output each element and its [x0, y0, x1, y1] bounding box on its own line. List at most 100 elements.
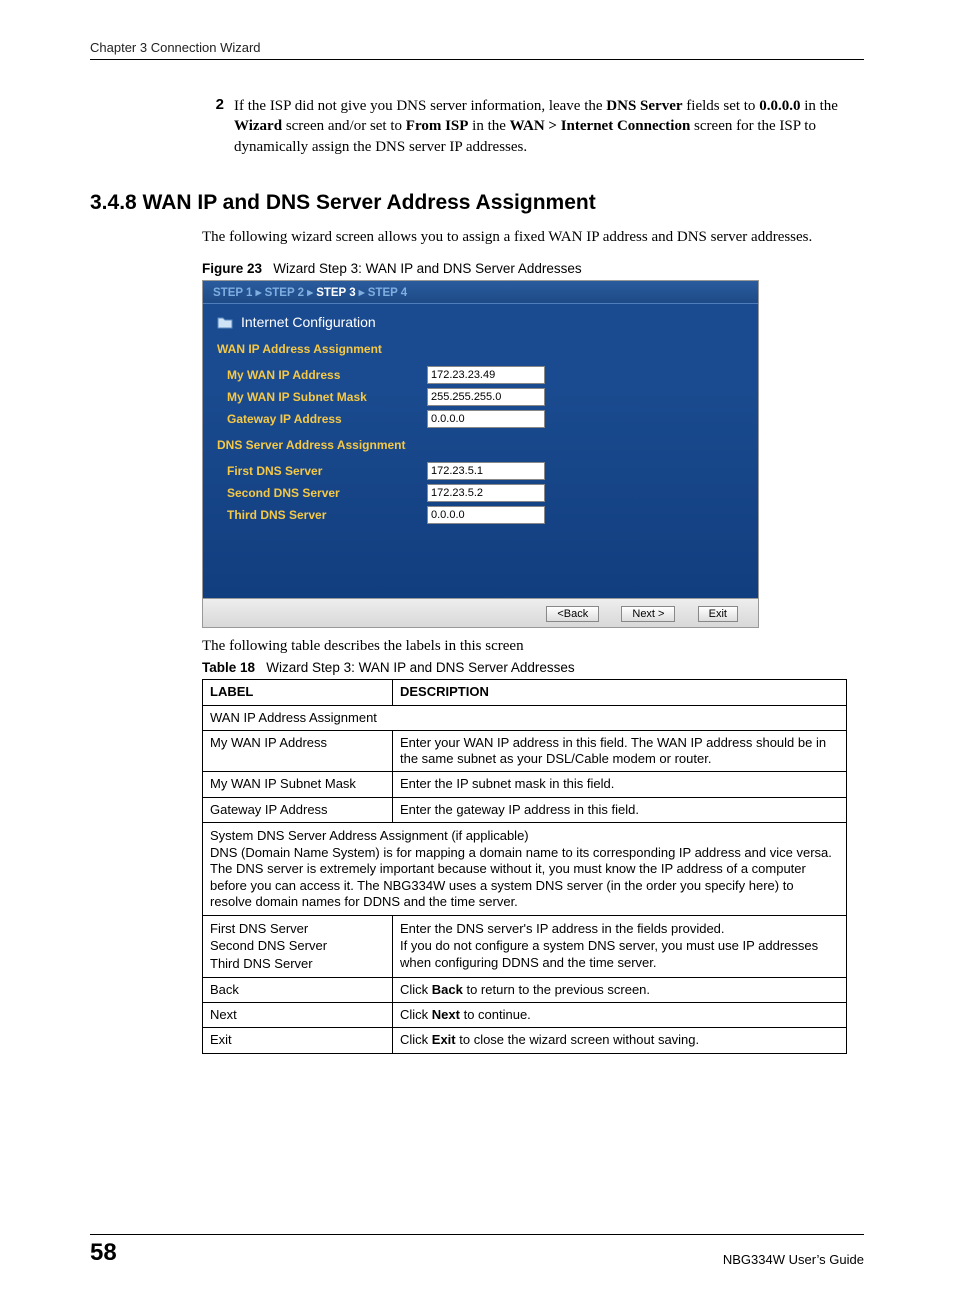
chapter-header: Chapter 3 Connection Wizard — [90, 40, 864, 60]
desc-cell: Enter the DNS server's IP address in the… — [393, 916, 847, 978]
table-caption: Table 18 Wizard Step 3: WAN IP and DNS S… — [202, 660, 864, 675]
wizard-row: First DNS Server — [227, 462, 744, 480]
table-row: First DNS Server Second DNS Server Third… — [203, 916, 847, 978]
next-button[interactable]: Next > — [621, 606, 675, 622]
table-caption-text: Wizard Step 3: WAN IP and DNS Server Add… — [266, 660, 574, 675]
bold: From ISP — [406, 118, 469, 134]
description-table: LABEL DESCRIPTION WAN IP Address Assignm… — [202, 679, 847, 1053]
desc-cell: Enter your WAN IP address in this field.… — [393, 730, 847, 772]
step-sep: ▸ — [304, 287, 316, 299]
step-3: STEP 3 — [316, 287, 355, 299]
page-number: 58 — [90, 1239, 117, 1267]
bold: DNS Server — [606, 98, 682, 114]
desc-cell: Enter the gateway IP address in this fie… — [393, 797, 847, 822]
table-row: My WAN IP Subnet MaskEnter the IP subnet… — [203, 772, 847, 797]
step-4: STEP 4 — [368, 287, 407, 299]
section-heading: 3.4.8 WAN IP and DNS Server Address Assi… — [90, 191, 864, 215]
wizard-buttons: <Back Next > Exit — [203, 598, 758, 627]
table-row: WAN IP Address Assignment — [203, 705, 847, 730]
section-cell: System DNS Server Address Assignment (if… — [203, 822, 847, 915]
bold: Exit — [432, 1032, 456, 1047]
text: in the — [468, 118, 509, 134]
label-cell: Gateway IP Address — [203, 797, 393, 822]
wizard-row: My WAN IP Subnet Mask — [227, 388, 744, 406]
wizard-steps: STEP 1 ▸ STEP 2 ▸ STEP 3 ▸ STEP 4 — [203, 281, 758, 304]
wizard-body: Internet Configuration WAN IP Address As… — [203, 304, 758, 598]
dns2-label: Second DNS Server — [227, 486, 427, 500]
gateway-input[interactable] — [427, 410, 545, 428]
section-body: DNS (Domain Name System) is for mapping … — [210, 845, 839, 910]
dns2-input[interactable] — [427, 484, 545, 502]
wizard-title: Internet Configuration — [217, 314, 744, 330]
text: Click — [400, 1007, 432, 1022]
text: to close the wizard screen without savin… — [456, 1032, 700, 1047]
dns1-input[interactable] — [427, 462, 545, 480]
table-row: Gateway IP AddressEnter the gateway IP a… — [203, 797, 847, 822]
table-header-row: LABEL DESCRIPTION — [203, 680, 847, 705]
text: in the — [800, 98, 838, 114]
figure-caption-text: Wizard Step 3: WAN IP and DNS Server Add… — [273, 261, 581, 276]
text: Click — [400, 982, 432, 997]
wan-subnet-label: My WAN IP Subnet Mask — [227, 390, 427, 404]
desc-cell: Click Back to return to the previous scr… — [393, 977, 847, 1002]
col-description: DESCRIPTION — [393, 680, 847, 705]
desc-line: Enter the DNS server's IP address in the… — [400, 921, 839, 937]
text: If the ISP did not give you DNS server i… — [234, 98, 606, 114]
item-number: 2 — [202, 96, 234, 157]
wizard-row: Third DNS Server — [227, 506, 744, 524]
section-cell: WAN IP Address Assignment — [203, 705, 847, 730]
back-button[interactable]: <Back — [546, 606, 599, 622]
step-sep: ▸ — [356, 287, 368, 299]
table-row: ExitClick Exit to close the wizard scree… — [203, 1028, 847, 1053]
gateway-label: Gateway IP Address — [227, 412, 427, 426]
step-sep: ▸ — [252, 287, 264, 299]
figure-caption: Figure 23 Wizard Step 3: WAN IP and DNS … — [202, 261, 864, 276]
bold: WAN > Internet Connection — [510, 118, 691, 134]
guide-title: NBG334W User’s Guide — [723, 1252, 864, 1267]
table-label: Table 18 — [202, 660, 255, 675]
text: fields set to — [683, 98, 760, 114]
bold: Back — [432, 982, 463, 997]
item-text: If the ISP did not give you DNS server i… — [234, 96, 864, 157]
table-row: System DNS Server Address Assignment (if… — [203, 822, 847, 915]
figure-label: Figure 23 — [202, 261, 262, 276]
dns-label-1: First DNS Server — [210, 921, 385, 937]
page-footer: 58 NBG334W User’s Guide — [90, 1234, 864, 1267]
label-cell: My WAN IP Subnet Mask — [203, 772, 393, 797]
exit-button[interactable]: Exit — [698, 606, 738, 622]
folder-icon — [217, 315, 233, 329]
table-row: BackClick Back to return to the previous… — [203, 977, 847, 1002]
wan-ip-input[interactable] — [427, 366, 545, 384]
wan-subnet-input[interactable] — [427, 388, 545, 406]
dns-label-2: Second DNS Server — [210, 938, 385, 954]
wizard-section-1: WAN IP Address Assignment — [217, 342, 744, 356]
step-2: STEP 2 — [265, 287, 304, 299]
wizard-title-text: Internet Configuration — [241, 314, 376, 330]
desc-cell: Click Exit to close the wizard screen wi… — [393, 1028, 847, 1053]
desc-cell: Enter the IP subnet mask in this field. — [393, 772, 847, 797]
bold: 0.0.0.0 — [759, 98, 800, 114]
bold: Wizard — [234, 118, 282, 134]
after-figure-text: The following table describes the labels… — [202, 636, 864, 656]
text: to continue. — [460, 1007, 531, 1022]
table-row: My WAN IP AddressEnter your WAN IP addre… — [203, 730, 847, 772]
wizard-row: Second DNS Server — [227, 484, 744, 502]
text: Click — [400, 1032, 432, 1047]
label-cell: Exit — [203, 1028, 393, 1053]
text: to return to the previous screen. — [463, 982, 650, 997]
wizard-row: Gateway IP Address — [227, 410, 744, 428]
dns3-input[interactable] — [427, 506, 545, 524]
section-title: System DNS Server Address Assignment (if… — [210, 828, 839, 844]
table-row: NextClick Next to continue. — [203, 1003, 847, 1028]
label-cell: Back — [203, 977, 393, 1002]
bold: Next — [432, 1007, 460, 1022]
wizard-row: My WAN IP Address — [227, 366, 744, 384]
intro-text: The following wizard screen allows you t… — [202, 227, 864, 247]
dns3-label: Third DNS Server — [227, 508, 427, 522]
numbered-item: 2 If the ISP did not give you DNS server… — [202, 96, 864, 157]
dns-label-3: Third DNS Server — [210, 956, 385, 972]
label-cell: My WAN IP Address — [203, 730, 393, 772]
label-cell: First DNS Server Second DNS Server Third… — [203, 916, 393, 978]
desc-cell: Click Next to continue. — [393, 1003, 847, 1028]
text: screen and/or set to — [282, 118, 406, 134]
